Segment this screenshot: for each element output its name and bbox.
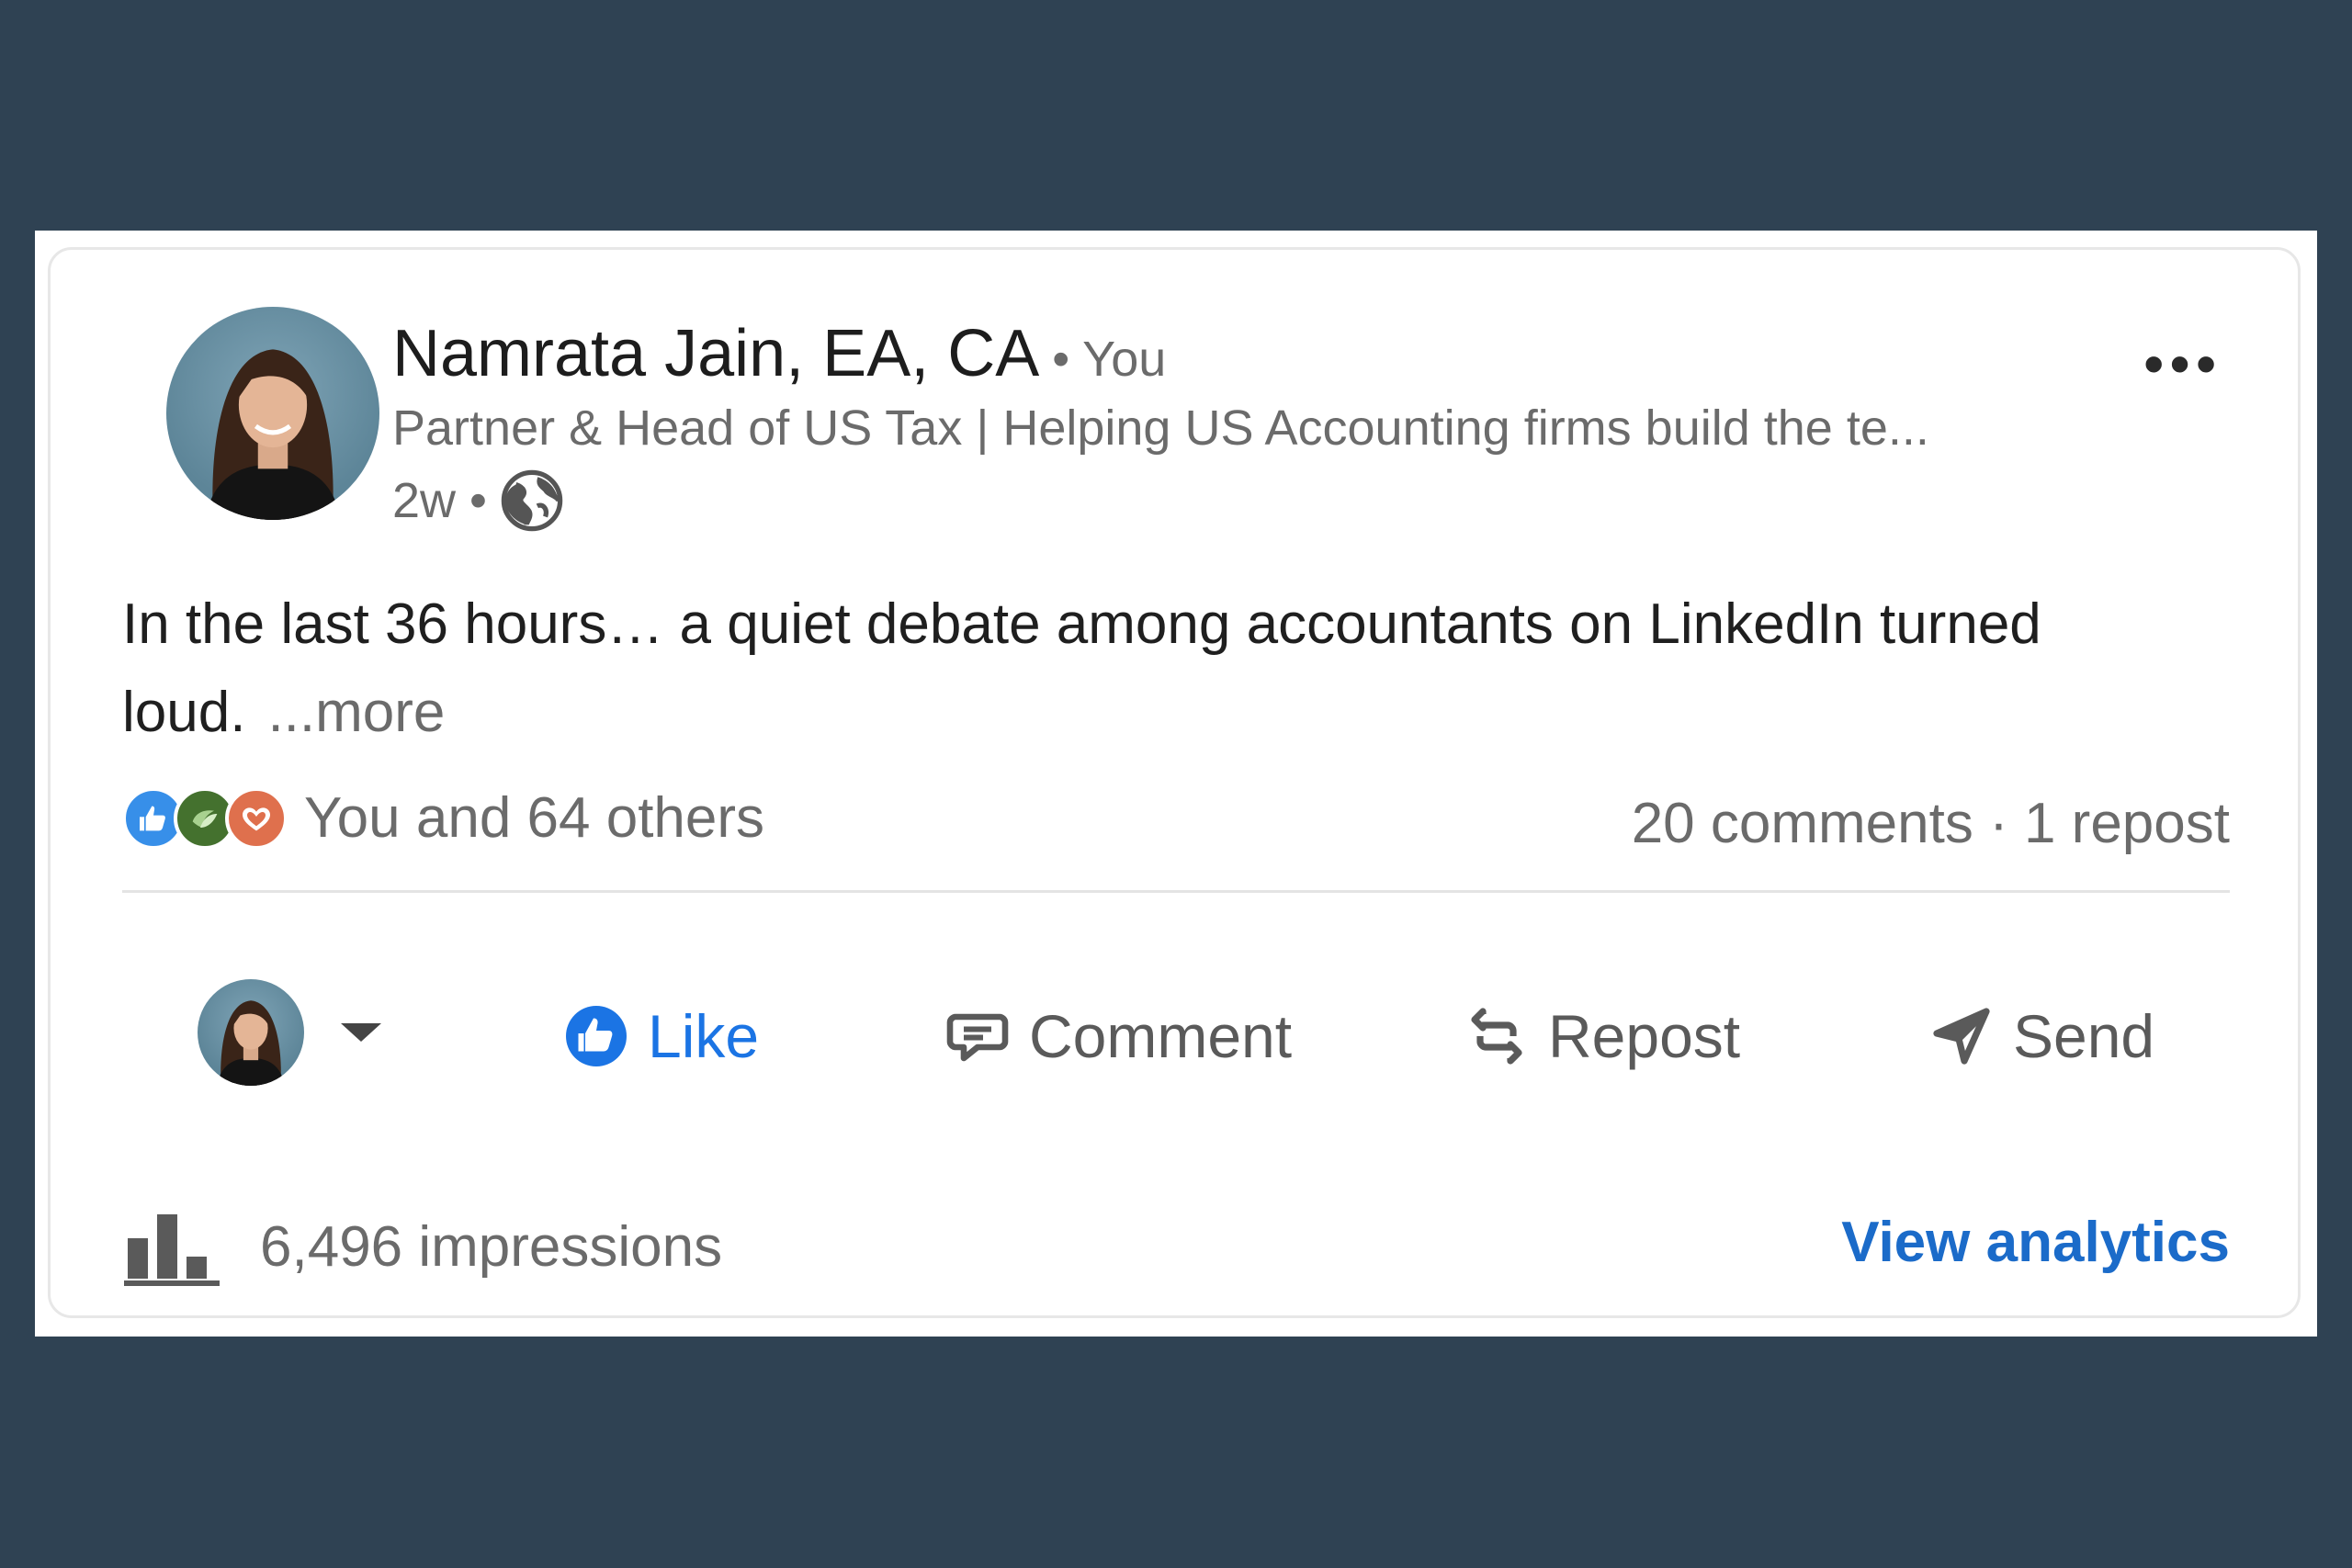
love-reaction-icon — [225, 786, 288, 850]
chevron-down-icon — [341, 1023, 381, 1042]
author-avatar[interactable] — [166, 307, 379, 520]
reaction-identity-selector[interactable] — [198, 979, 381, 1086]
reposts-count[interactable]: 1 repost — [2024, 792, 2230, 855]
author-name-row: Namrata Jain, EA, CA • You — [392, 316, 1166, 391]
divider — [122, 890, 2230, 893]
current-user-avatar — [198, 979, 304, 1086]
comments-count[interactable]: 20 comments — [1632, 792, 1973, 855]
post-card: Namrata Jain, EA, CA • You Partner & Hea… — [48, 247, 2301, 1318]
repost-label: Repost — [1548, 1002, 1741, 1070]
comment-button[interactable]: Comment — [944, 1001, 1292, 1071]
author-name[interactable]: Namrata Jain, EA, CA — [392, 316, 1039, 391]
more-options-button[interactable]: ••• — [2143, 334, 2222, 393]
like-label: Like — [648, 1002, 760, 1070]
engagement-counts: 20 comments · 1 repost — [1632, 791, 2230, 856]
see-more-link[interactable]: ...more — [267, 681, 445, 744]
comment-icon — [946, 1013, 1009, 1062]
send-button[interactable]: Send — [1928, 1001, 2154, 1071]
like-button[interactable]: Like — [563, 1001, 759, 1071]
bar-chart-icon — [124, 1214, 220, 1286]
impressions-stat: 6,496 impressions — [122, 1205, 722, 1288]
globe-icon — [500, 468, 564, 533]
action-bar: Like Comment Repost Send — [161, 964, 2274, 1111]
post-meta: 2w • — [392, 468, 564, 533]
impressions-count: 6,496 impressions — [260, 1214, 723, 1279]
screenshot-frame: Namrata Jain, EA, CA • You Partner & Hea… — [35, 231, 2317, 1337]
author-relation: • You — [1052, 332, 1167, 387]
view-analytics-link[interactable]: View analytics — [1841, 1210, 2230, 1275]
post-age: 2w • — [392, 473, 487, 528]
repost-button[interactable]: Repost — [1464, 1001, 1740, 1071]
comment-label: Comment — [1029, 1002, 1293, 1070]
reaction-count: You and 64 others — [304, 786, 765, 850]
like-icon — [566, 1006, 627, 1066]
send-label: Send — [2013, 1002, 2155, 1070]
send-icon — [1933, 1008, 1990, 1065]
count-separator: · — [1989, 792, 2008, 855]
author-headline: Partner & Head of US Tax | Helping US Ac… — [392, 400, 1929, 456]
reactions-summary[interactable]: You and 64 others — [122, 785, 764, 851]
post-body: In the last 36 hours… a quiet debate amo… — [122, 581, 2235, 757]
repost-icon — [1471, 1008, 1522, 1065]
